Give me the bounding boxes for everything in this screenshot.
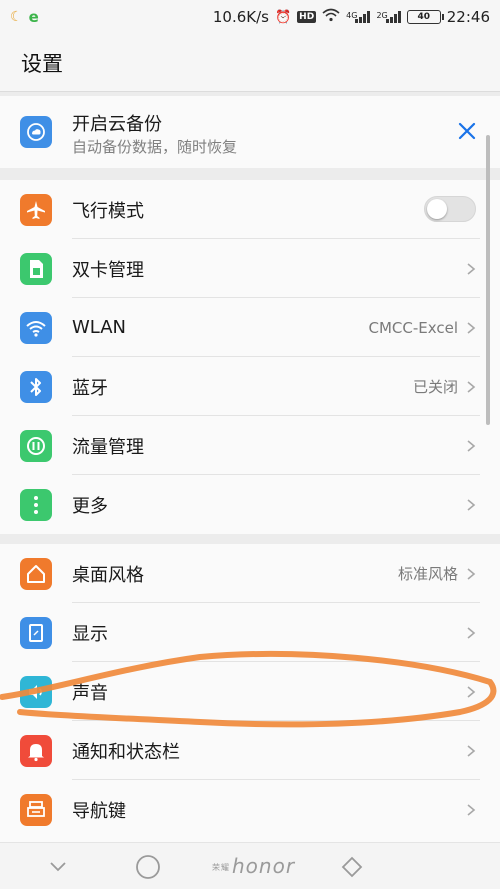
backup-title: 开启云备份 bbox=[72, 114, 162, 135]
back-triangle-icon[interactable] bbox=[338, 853, 366, 881]
wifi-status-icon bbox=[322, 8, 340, 26]
settings-item-speaker[interactable]: 声音 bbox=[0, 662, 500, 721]
settings-group-personalization: 桌面风格 标准风格显示声音通知和状态栏 导航键 bbox=[0, 544, 500, 842]
settings-item-label: 双卡管理 bbox=[72, 259, 144, 281]
chevron-right-icon bbox=[464, 438, 478, 452]
settings-item-label: 通知和状态栏 bbox=[72, 741, 180, 763]
chevron-right-icon bbox=[464, 743, 478, 757]
settings-item-label: 导航键 bbox=[72, 800, 126, 822]
chevron-right-icon bbox=[464, 379, 478, 393]
backup-subtitle: 自动备份数据，随时恢复 bbox=[72, 138, 238, 156]
settings-item-more-dots[interactable]: 更多 bbox=[0, 475, 500, 534]
more-dots-icon bbox=[20, 489, 52, 521]
navigation-key-icon bbox=[20, 794, 52, 826]
airplane-icon bbox=[20, 194, 52, 226]
signal-sim1-icon: 4G bbox=[346, 11, 371, 23]
settings-item-bell[interactable]: 通知和状态栏 bbox=[0, 721, 500, 780]
clock: 22:46 bbox=[446, 8, 490, 26]
settings-item-label: WLAN bbox=[72, 317, 127, 338]
status-bar: ☾ e 10.6K/s ⏰ HD 4G 2G 40 22:46 bbox=[0, 0, 500, 34]
chevron-right-icon bbox=[464, 684, 478, 698]
settings-item-label: 更多 bbox=[72, 495, 108, 517]
moon-icon: ☾ bbox=[10, 9, 23, 25]
toggle-knob bbox=[427, 199, 447, 219]
chevron-right-icon bbox=[464, 497, 478, 511]
settings-item-label: 声音 bbox=[72, 682, 108, 704]
bluetooth-icon bbox=[20, 371, 52, 403]
settings-item-sim-card[interactable]: 双卡管理 bbox=[0, 239, 500, 298]
chevron-right-icon bbox=[464, 320, 478, 334]
settings-item-value: 已关闭 bbox=[412, 378, 458, 396]
scrollbar[interactable] bbox=[486, 135, 490, 425]
home-style-icon bbox=[20, 558, 52, 590]
browser-e-icon: e bbox=[28, 8, 39, 26]
chevron-right-icon bbox=[464, 261, 478, 275]
header: 设置 bbox=[0, 34, 500, 92]
settings-item-navigation-key[interactable]: 导航键 bbox=[0, 780, 500, 839]
bell-icon bbox=[20, 735, 52, 767]
settings-item-value: CMCC-Excel bbox=[368, 318, 458, 337]
settings-item-airplane[interactable]: 飞行模式 bbox=[0, 180, 500, 239]
cloud-backup-icon bbox=[20, 116, 52, 148]
speaker-icon bbox=[20, 676, 52, 708]
data-usage-icon bbox=[20, 430, 52, 462]
settings-item-home-style[interactable]: 桌面风格 标准风格 bbox=[0, 544, 500, 603]
settings-item-value: 标准风格 bbox=[397, 565, 458, 583]
alarm-icon: ⏰ bbox=[274, 9, 292, 25]
network-speed: 10.6K/s bbox=[212, 8, 269, 26]
battery-icon: 40 bbox=[406, 10, 444, 24]
battery-level: 40 bbox=[417, 12, 431, 22]
settings-item-label: 显示 bbox=[72, 623, 108, 645]
sim-card-icon bbox=[20, 253, 52, 285]
settings-item-label: 飞行模式 bbox=[72, 200, 144, 222]
navigation-bar: 荣耀 honor bbox=[0, 842, 500, 889]
chevron-right-icon bbox=[464, 802, 478, 816]
honor-logo: 荣耀 honor bbox=[212, 854, 295, 878]
brand-tag: 荣耀 bbox=[212, 863, 230, 872]
brand-name: honor bbox=[232, 854, 296, 878]
airplane-mode-toggle[interactable] bbox=[424, 196, 476, 222]
settings-item-label: 桌面风格 bbox=[72, 564, 144, 586]
signal-sim2-icon: 2G bbox=[376, 11, 401, 23]
settings-item-label: 流量管理 bbox=[72, 436, 144, 458]
settings-item-display[interactable]: 显示 bbox=[0, 603, 500, 662]
settings-item-bluetooth[interactable]: 蓝牙 已关闭 bbox=[0, 357, 500, 416]
wifi-icon bbox=[20, 312, 52, 344]
chevron-right-icon bbox=[464, 625, 478, 639]
settings-item-label: 蓝牙 bbox=[72, 377, 108, 399]
page-title: 设置 bbox=[21, 51, 63, 76]
settings-item-data-usage[interactable]: 流量管理 bbox=[0, 416, 500, 475]
chevron-right-icon bbox=[464, 566, 478, 580]
cloud-backup-card[interactable]: 开启云备份 自动备份数据，随时恢复 bbox=[0, 96, 500, 168]
settings-group-connectivity: 飞行模式双卡管理 WLAN CMCC-Excel 蓝牙 已关闭流量管理更多 bbox=[0, 180, 500, 534]
close-icon[interactable] bbox=[456, 120, 478, 142]
display-icon bbox=[20, 617, 52, 649]
settings-item-wifi[interactable]: WLAN CMCC-Excel bbox=[0, 298, 500, 357]
home-circle-icon[interactable] bbox=[134, 853, 162, 881]
collapse-chevron-icon[interactable] bbox=[44, 853, 72, 881]
hd-badge: HD bbox=[297, 11, 317, 23]
